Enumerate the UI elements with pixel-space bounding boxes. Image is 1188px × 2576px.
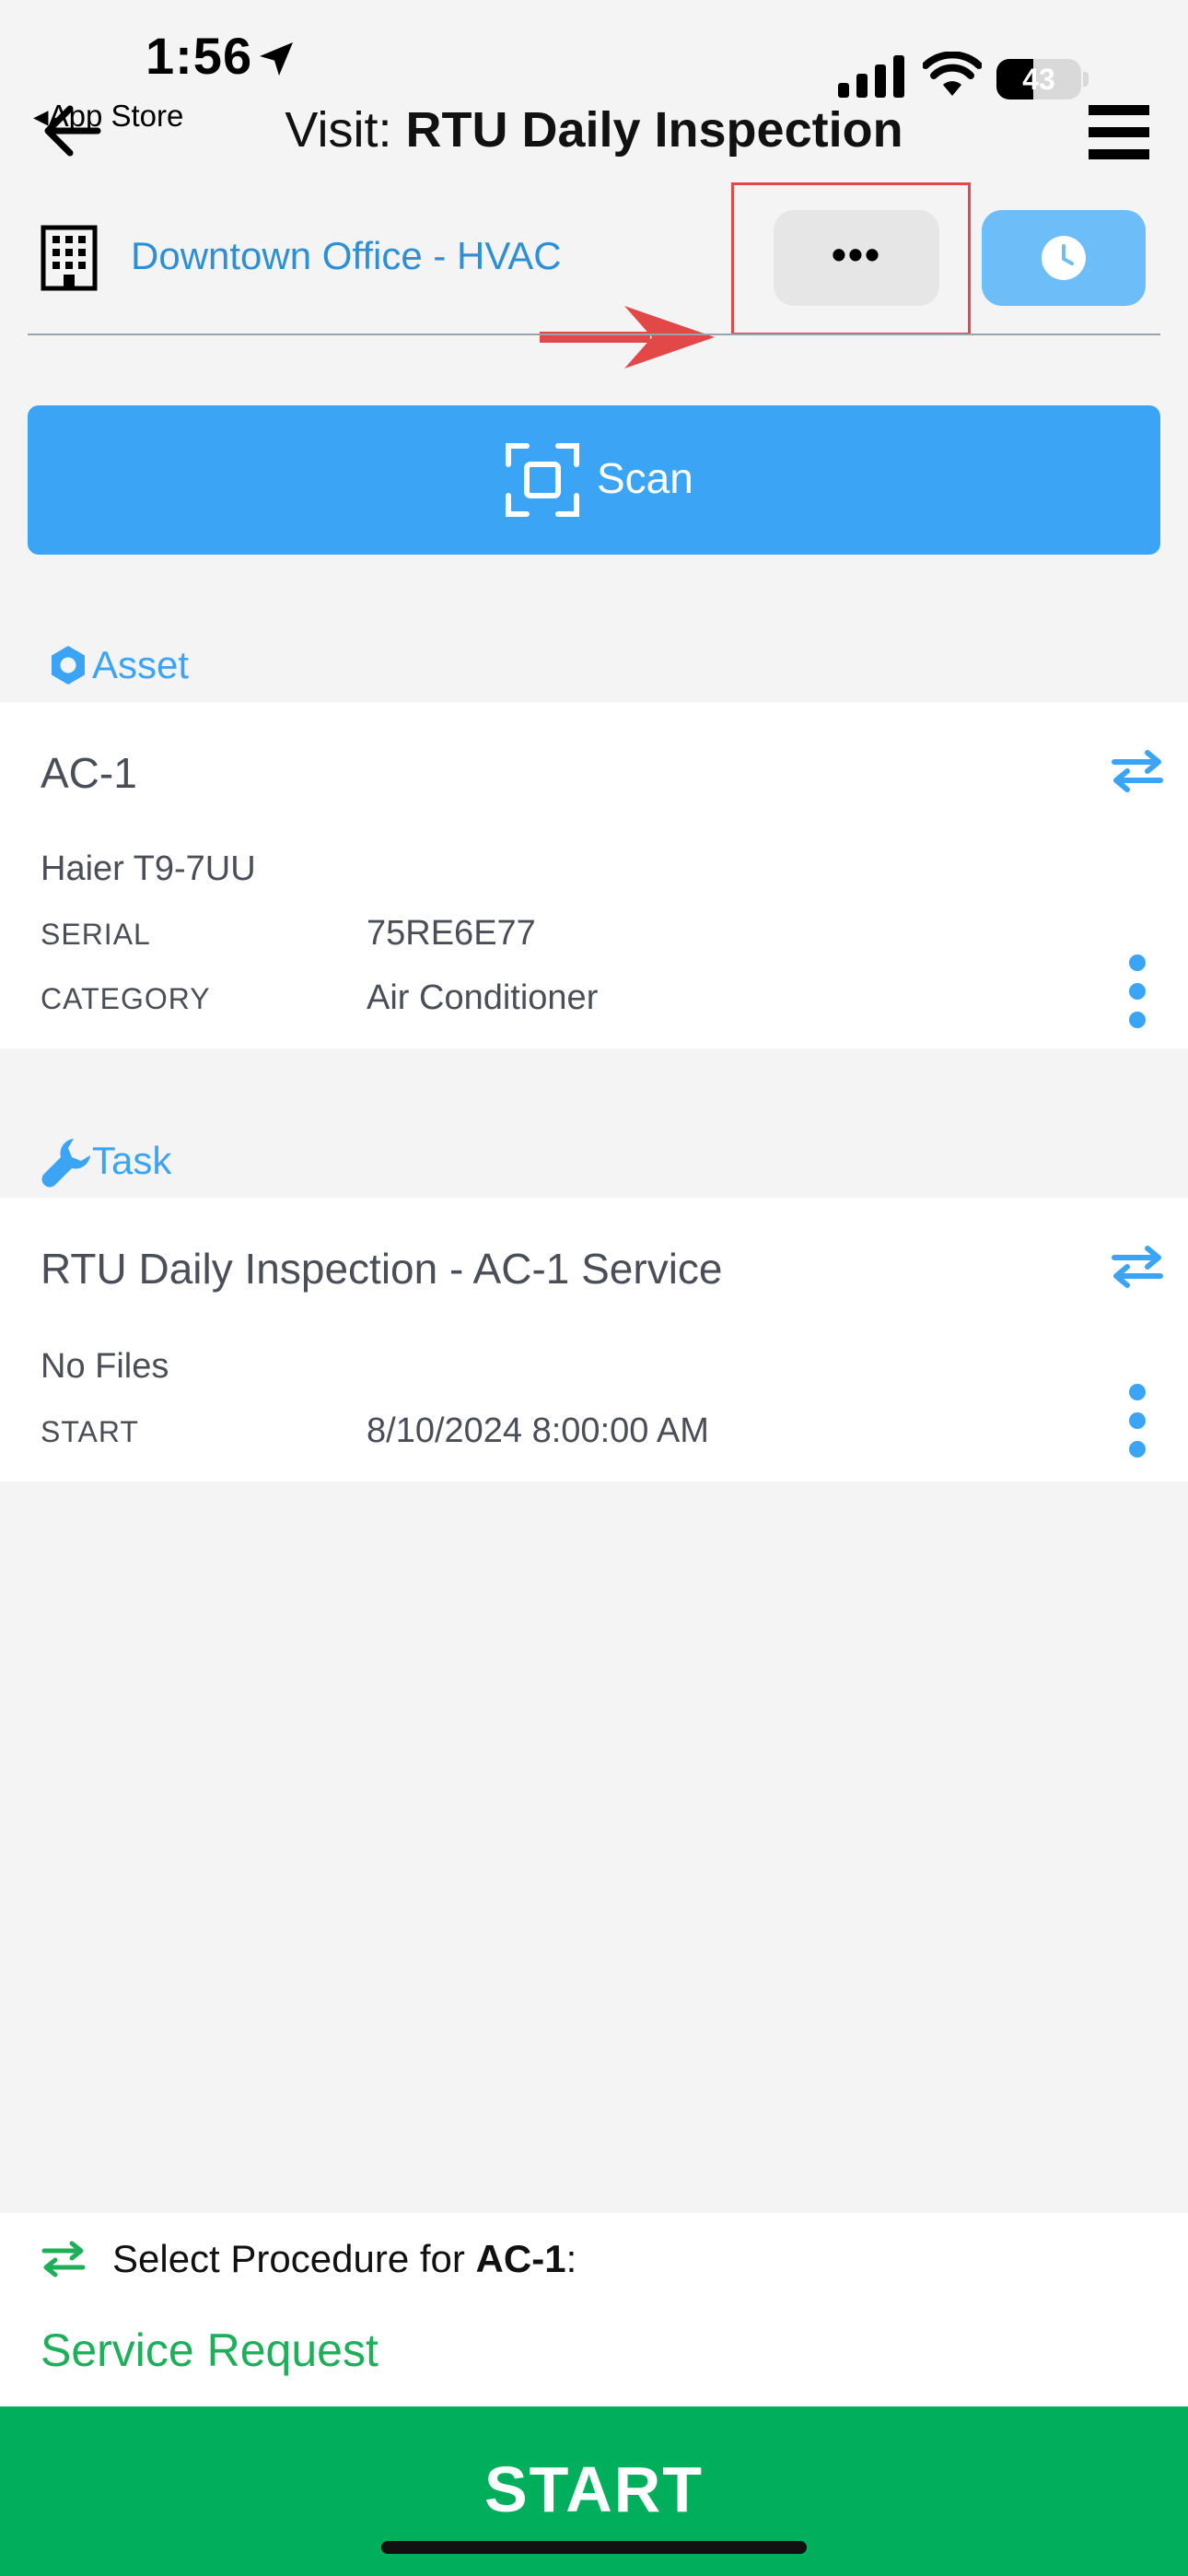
asset-card[interactable]: AC-1 Haier T9-7UU SERIAL 75RE6E77 CATEGO… — [0, 702, 1188, 1048]
annotation-highlight-box — [731, 182, 971, 335]
serial-key: SERIAL — [41, 918, 151, 951]
asset-section-header: Asset — [0, 638, 1188, 693]
procedure-label: Select Procedure for AC-1: — [112, 2237, 577, 2281]
header-divider — [28, 334, 1160, 335]
building-icon — [41, 225, 98, 291]
status-time: 1:56 — [146, 27, 253, 85]
swap-asset-icon[interactable] — [1111, 750, 1164, 792]
category-key: CATEGORY — [41, 982, 211, 1015]
procedure-label-suffix: : — [565, 2237, 577, 2280]
location-arrow-icon — [260, 42, 293, 76]
procedure-select[interactable]: Service Request — [41, 2324, 379, 2377]
hexagon-icon — [52, 646, 85, 685]
clock-icon — [1042, 236, 1086, 280]
task-files: No Files — [41, 1347, 169, 1386]
battery-level: 43 — [1022, 63, 1055, 96]
wrench-icon — [41, 1139, 90, 1188]
asset-name: AC-1 — [41, 749, 137, 797]
category-value: Air Conditioner — [367, 978, 599, 1017]
scan-button[interactable]: Scan — [28, 405, 1160, 555]
start-value: 8/10/2024 8:00:00 AM — [367, 1411, 709, 1450]
procedure-asset: AC-1 — [475, 2237, 566, 2280]
wifi-icon — [923, 52, 982, 96]
annotation-arrow-icon — [540, 306, 715, 369]
home-indicator — [381, 2541, 807, 2554]
task-kebab-menu-icon[interactable] — [1125, 1384, 1149, 1458]
task-section-header: Task — [0, 1133, 1188, 1188]
swap-task-icon[interactable] — [1111, 1246, 1164, 1288]
asset-kebab-menu-icon[interactable] — [1125, 954, 1149, 1028]
battery-indicator: 43 — [996, 59, 1089, 100]
page-title: Visit: RTU Daily Inspection — [0, 101, 1188, 158]
asset-model: Haier T9-7UU — [41, 849, 256, 888]
task-name: RTU Daily Inspection - AC-1 Service — [41, 1245, 723, 1293]
asset-section-label: Asset — [92, 643, 190, 686]
start-key: START — [41, 1415, 139, 1448]
scan-label: Scan — [597, 454, 693, 502]
serial-value: 75RE6E77 — [367, 914, 536, 953]
task-section-label: Task — [92, 1139, 172, 1182]
procedure-label-prefix: Select Procedure for — [112, 2237, 465, 2280]
page-title-main: RTU Daily Inspection — [405, 102, 903, 158]
hamburger-menu-icon[interactable] — [1089, 105, 1149, 160]
task-card[interactable]: RTU Daily Inspection - AC-1 Service No F… — [0, 1198, 1188, 1481]
site-link[interactable]: Downtown Office - HVAC — [131, 234, 562, 278]
procedure-panel: Select Procedure for AC-1: Service Reque… — [0, 2213, 1188, 2406]
scan-frame-icon — [506, 443, 579, 517]
swap-procedure-icon[interactable] — [41, 2241, 87, 2277]
time-log-button[interactable] — [982, 210, 1146, 306]
cellular-signal-icon — [838, 55, 904, 98]
page-title-prefix: Visit: — [285, 102, 392, 158]
